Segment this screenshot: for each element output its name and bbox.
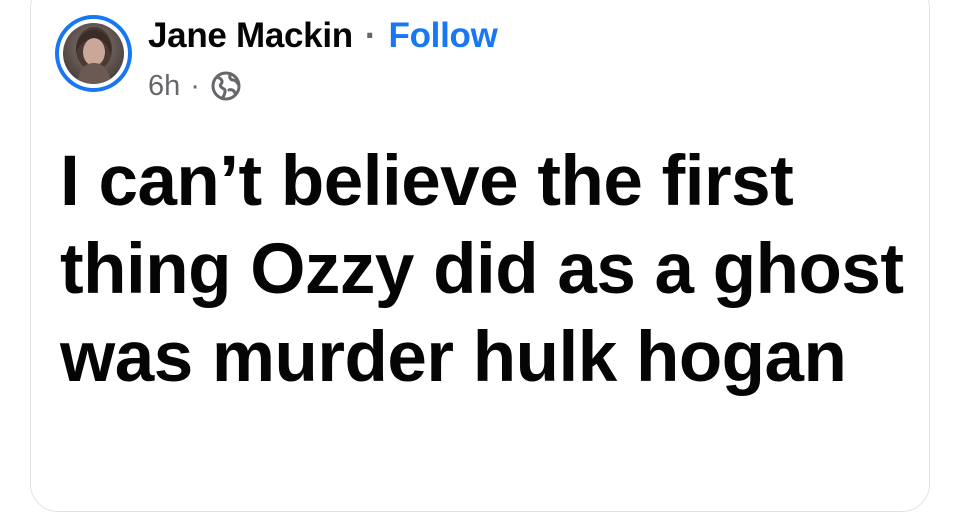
author-name[interactable]: Jane Mackin (148, 16, 353, 56)
post-meta: 6h · (148, 66, 242, 106)
name-separator: · (364, 16, 377, 55)
meta-separator: · (190, 69, 200, 102)
post-body-text: I can’t believe the first thing Ozzy did… (60, 142, 904, 397)
post-timestamp[interactable]: 6h (148, 70, 180, 103)
follow-button[interactable]: Follow (389, 16, 498, 56)
author-avatar[interactable] (55, 15, 132, 92)
avatar-image (63, 23, 124, 84)
author-header: Jane Mackin · Follow (148, 14, 498, 58)
globe-icon[interactable] (210, 70, 242, 102)
